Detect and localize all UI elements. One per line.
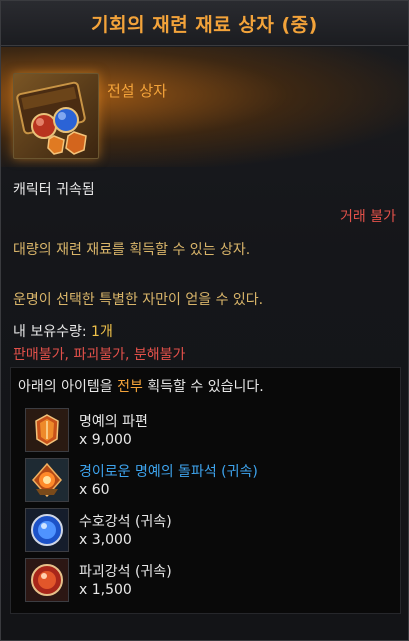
- item-description-1: 대량의 재련 재료를 획득할 수 있는 상자.: [13, 242, 251, 258]
- rewards-prefix: 아래의 아이템을: [18, 379, 118, 395]
- rewards-highlight: 전부: [117, 379, 143, 395]
- reward-name: 수호강석 (귀속): [79, 514, 172, 530]
- reward-item: 경이로운 명예의 돌파석 (귀속) x 60: [25, 458, 385, 502]
- destruction-stone-icon: [25, 558, 69, 602]
- owned-count: 1개: [91, 324, 113, 340]
- rewards-suffix: 획득할 수 있습니다.: [142, 379, 264, 395]
- breakthrough-stone-icon: [25, 458, 69, 502]
- reward-name: 파괴강석 (귀속): [79, 564, 172, 580]
- honor-shard-icon: [25, 408, 69, 452]
- item-title: 기회의 재련 재료 상자 (중): [91, 13, 318, 36]
- guardian-stone-icon: [25, 508, 69, 552]
- restriction-separator: ,: [124, 347, 134, 363]
- reward-quantity: x 3,000: [79, 532, 132, 548]
- owned-label: 내 보유수량:: [13, 324, 92, 340]
- trade-status: 거래 불가: [340, 209, 396, 225]
- restriction-destroy: 파괴불가: [73, 347, 125, 363]
- reward-item: 수호강석 (귀속) x 3,000: [25, 508, 385, 552]
- bound-status: 캐릭터 귀속됨: [13, 182, 95, 198]
- rewards-panel: 아래의 아이템을 전부 획득할 수 있습니다. 명예의 파편 x 9,000 경…: [10, 367, 401, 614]
- owned-quantity: 내 보유수량: 1개: [13, 321, 113, 341]
- item-grade: 전설 상자: [107, 82, 167, 100]
- item-tooltip: 기회의 재련 재료 상자 (중) 전설 상자 캐릭터 귀속됨 거래 불가 대량의…: [0, 0, 409, 641]
- chest-icon: [13, 73, 99, 159]
- reward-name: 경이로운 명예의 돌파석 (귀속): [79, 464, 258, 480]
- rewards-heading: 아래의 아이템을 전부 획득할 수 있습니다.: [18, 376, 264, 396]
- reward-name: 명예의 파편: [79, 414, 148, 430]
- restrictions: 판매불가, 파괴불가, 분해불가: [13, 344, 185, 364]
- reward-quantity: x 60: [79, 482, 110, 498]
- reward-item: 파괴강석 (귀속) x 1,500: [25, 558, 385, 602]
- reward-quantity: x 9,000: [79, 432, 132, 448]
- reward-item: 명예의 파편 x 9,000: [25, 408, 385, 452]
- restriction-dismantle: 분해불가: [133, 347, 186, 363]
- restriction-sell: 판매불가: [13, 347, 65, 363]
- reward-quantity: x 1,500: [79, 582, 132, 598]
- title-bar: 기회의 재련 재료 상자 (중): [1, 1, 408, 46]
- item-description-2: 운명이 선택한 특별한 자만이 얻을 수 있다.: [13, 292, 264, 308]
